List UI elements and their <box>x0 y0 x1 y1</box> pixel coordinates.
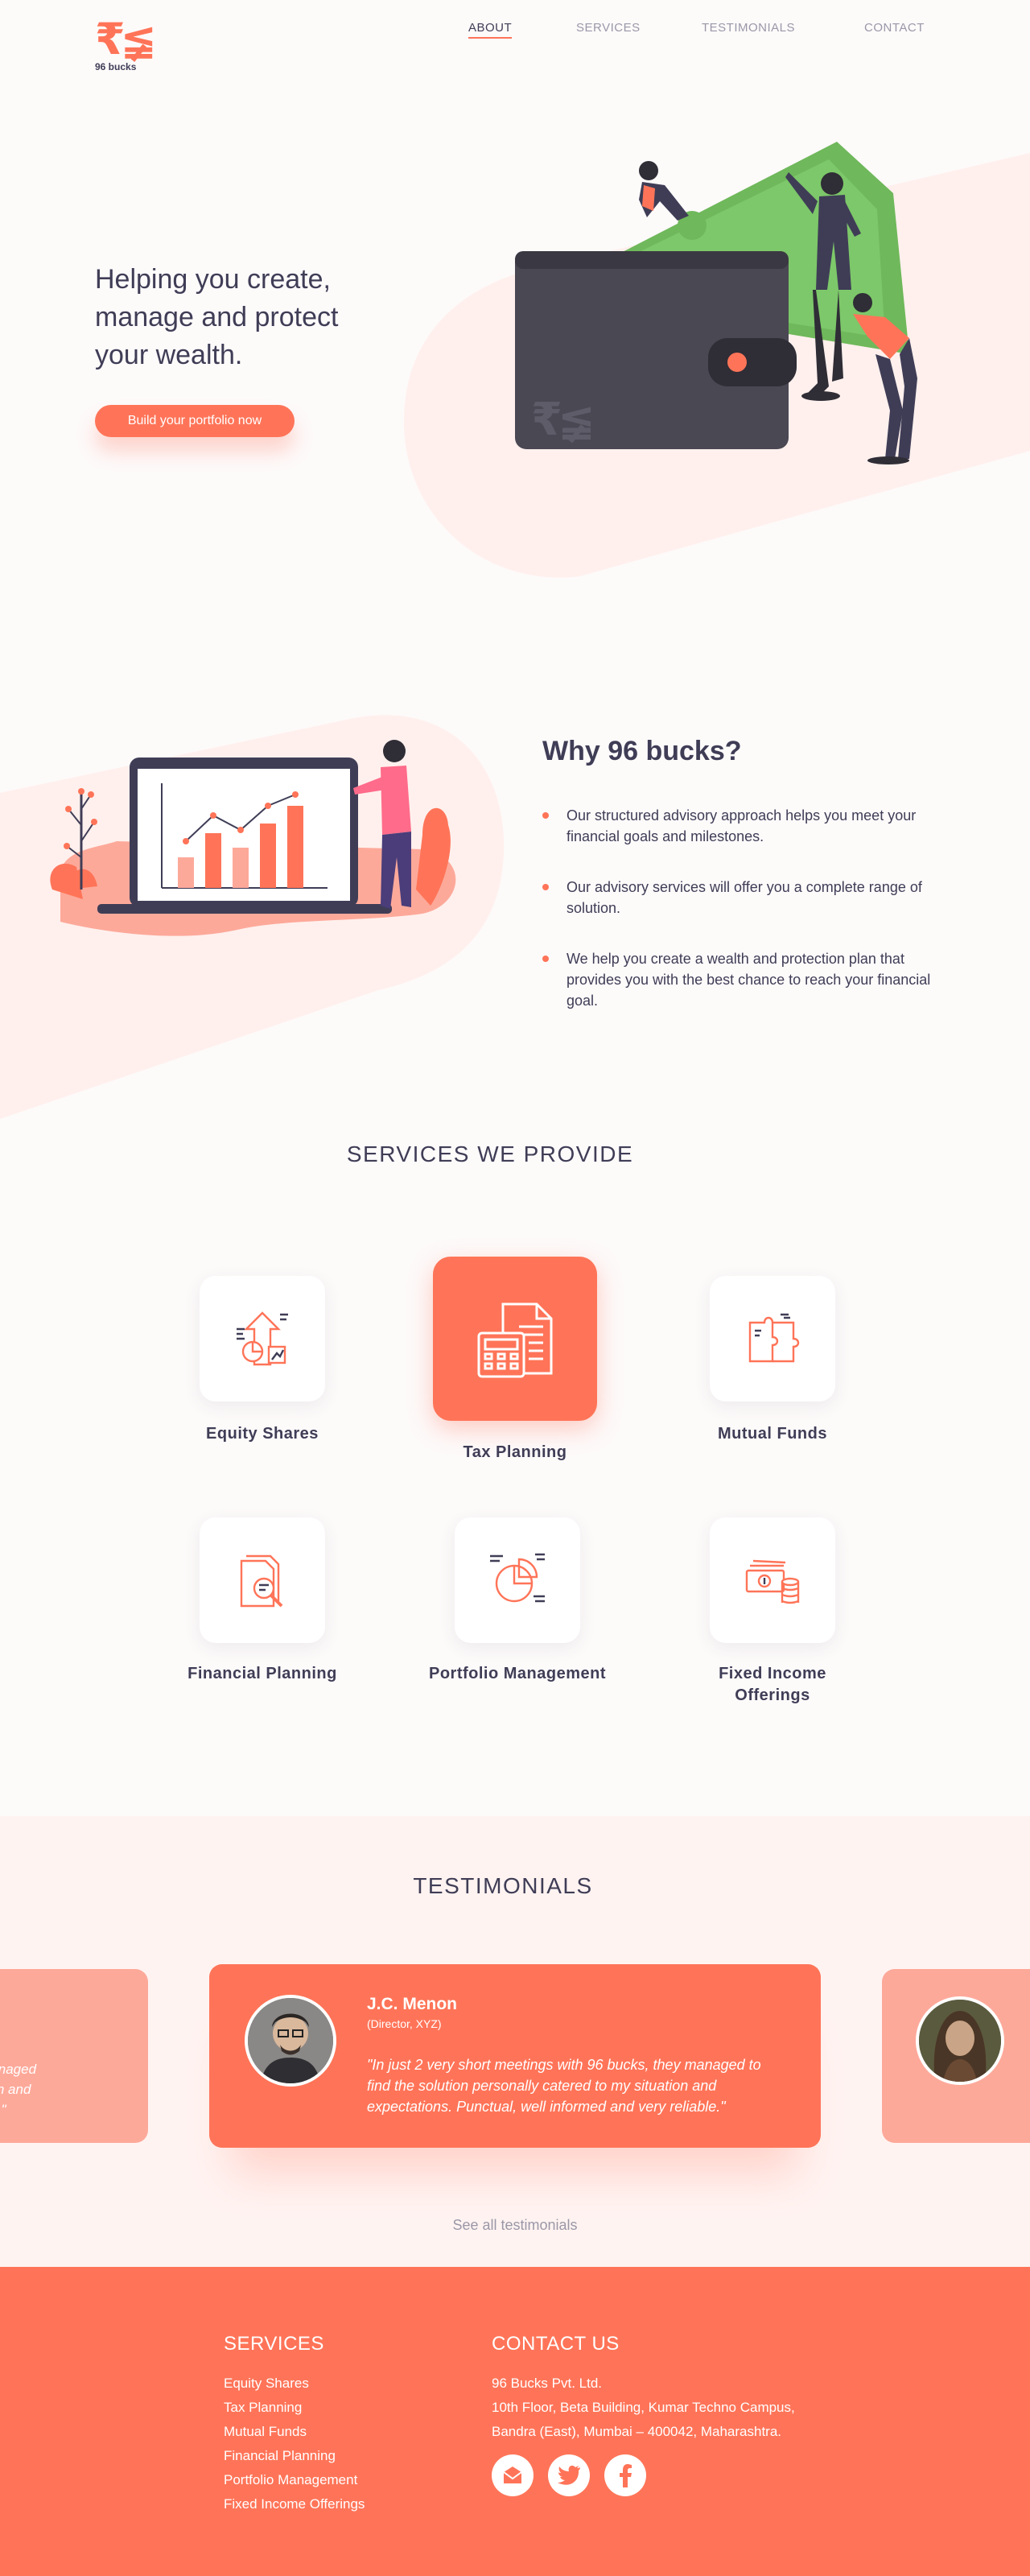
calculator-document-icon <box>477 1302 553 1378</box>
hero-title: Helping you create, manage and protect y… <box>95 261 401 374</box>
build-portfolio-button[interactable]: Build your portfolio now <box>95 405 295 437</box>
wallet-illustration: ₹≨ <box>515 142 917 464</box>
see-all-testimonials-link[interactable]: See all testimonials <box>0 2217 1030 2234</box>
service-label: Portfolio Management <box>429 1663 606 1685</box>
testimonials-title: TESTIMONIALS <box>413 1873 593 1898</box>
service-card-financial-planning[interactable] <box>200 1517 325 1643</box>
quote-line: hey managed <box>0 2062 37 2077</box>
service-label: Equity Shares <box>206 1425 319 1443</box>
cash-coins-icon <box>745 1559 800 1604</box>
service-label-text: Financial Planning <box>187 1665 337 1682</box>
hero-title-line: manage and protect <box>95 302 339 332</box>
quote-line: reliable." <box>0 2102 6 2117</box>
avatar <box>245 1995 336 2087</box>
why-points-list: Our structured advisory approach helps y… <box>542 805 945 1041</box>
footer-contact-title: CONTACT US <box>492 2333 620 2355</box>
person-photo-icon <box>919 2000 1001 2082</box>
testimonial-name: J.C. Menon <box>367 1995 458 2013</box>
service-label: Mutual Funds <box>718 1425 827 1443</box>
testimonial-card-active[interactable]: J.C. Menon (Director, XYZ) "In just 2 ve… <box>209 1964 821 2148</box>
service-card-equity-shares[interactable] <box>200 1276 325 1402</box>
contact-line: Bandra (East), Mumbai – 400042, Maharash… <box>492 2424 782 2439</box>
footer-service-link[interactable]: Mutual Funds <box>224 2420 365 2444</box>
service-label: Financial Planning <box>174 1663 351 1685</box>
laptop-chart-illustration <box>50 740 456 936</box>
mail-icon <box>503 2467 522 2483</box>
service-label: Fixed Income Offerings <box>684 1663 861 1707</box>
footer-service-link[interactable]: Financial Planning <box>224 2444 365 2468</box>
facebook-button[interactable] <box>604 2454 646 2496</box>
service-label-text: Fixed Income Offerings <box>719 1665 826 1704</box>
footer: SERVICES Equity Shares Tax Planning Mutu… <box>0 2267 1030 2576</box>
service-card-fixed-income[interactable] <box>710 1517 835 1643</box>
svg-text:₹≨: ₹≨ <box>531 394 591 446</box>
why-point: Our structured advisory approach helps y… <box>542 805 945 847</box>
footer-service-link[interactable]: Equity Shares <box>224 2372 365 2396</box>
testimonial-quote: "In just 2 very short meetings with 96 b… <box>367 2057 761 2115</box>
quote-line: situation and <box>0 2082 31 2097</box>
hero-title-line: Helping you create, <box>95 264 331 295</box>
puzzle-icon <box>748 1313 800 1363</box>
why-title: Why 96 bucks? <box>542 736 742 766</box>
service-label: Tax Planning <box>463 1443 567 1461</box>
document-search-icon <box>240 1554 283 1608</box>
footer-service-link[interactable]: Tax Planning <box>224 2396 365 2420</box>
footer-services-title: SERVICES <box>224 2333 324 2355</box>
footer-contact-address: 96 Bucks Pvt. Ltd. 10th Floor, Beta Buil… <box>492 2372 846 2444</box>
service-card-mutual-funds[interactable] <box>710 1276 835 1402</box>
service-card-tax-planning[interactable] <box>433 1257 597 1421</box>
facebook-icon <box>620 2464 632 2487</box>
why-point: We help you create a wealth and protecti… <box>542 948 945 1011</box>
footer-services-list: Equity Shares Tax Planning Mutual Funds … <box>224 2372 365 2516</box>
mail-button[interactable] <box>492 2454 534 2496</box>
testimonial-card-next[interactable] <box>882 1969 1030 2143</box>
testimonial-role: (Director, XYZ) <box>367 2017 442 2030</box>
equity-chart-icon <box>237 1311 288 1366</box>
testimonial-partial-quote: hey managed situation and reliable." <box>0 2059 130 2120</box>
footer-service-link[interactable]: Fixed Income Offerings <box>224 2492 365 2516</box>
hero-title-line: your wealth. <box>95 340 243 370</box>
service-label-text: Portfolio Management <box>429 1665 607 1682</box>
contact-line: 96 Bucks Pvt. Ltd. <box>492 2376 603 2391</box>
twitter-button[interactable] <box>548 2454 590 2496</box>
service-card-portfolio-management[interactable] <box>455 1517 580 1643</box>
contact-line: 10th Floor, Beta Building, Kumar Techno … <box>492 2400 795 2415</box>
services-title: SERVICES WE PROVIDE <box>346 1141 634 1166</box>
why-point: Our advisory services will offer you a c… <box>542 877 945 919</box>
testimonial-card-previous[interactable]: hey managed situation and reliable." <box>0 1969 148 2143</box>
person-photo-icon <box>248 1998 333 2083</box>
twitter-icon <box>558 2465 580 2485</box>
avatar <box>916 1996 1004 2085</box>
pie-chart-icon <box>490 1553 545 1603</box>
footer-service-link[interactable]: Portfolio Management <box>224 2468 365 2492</box>
